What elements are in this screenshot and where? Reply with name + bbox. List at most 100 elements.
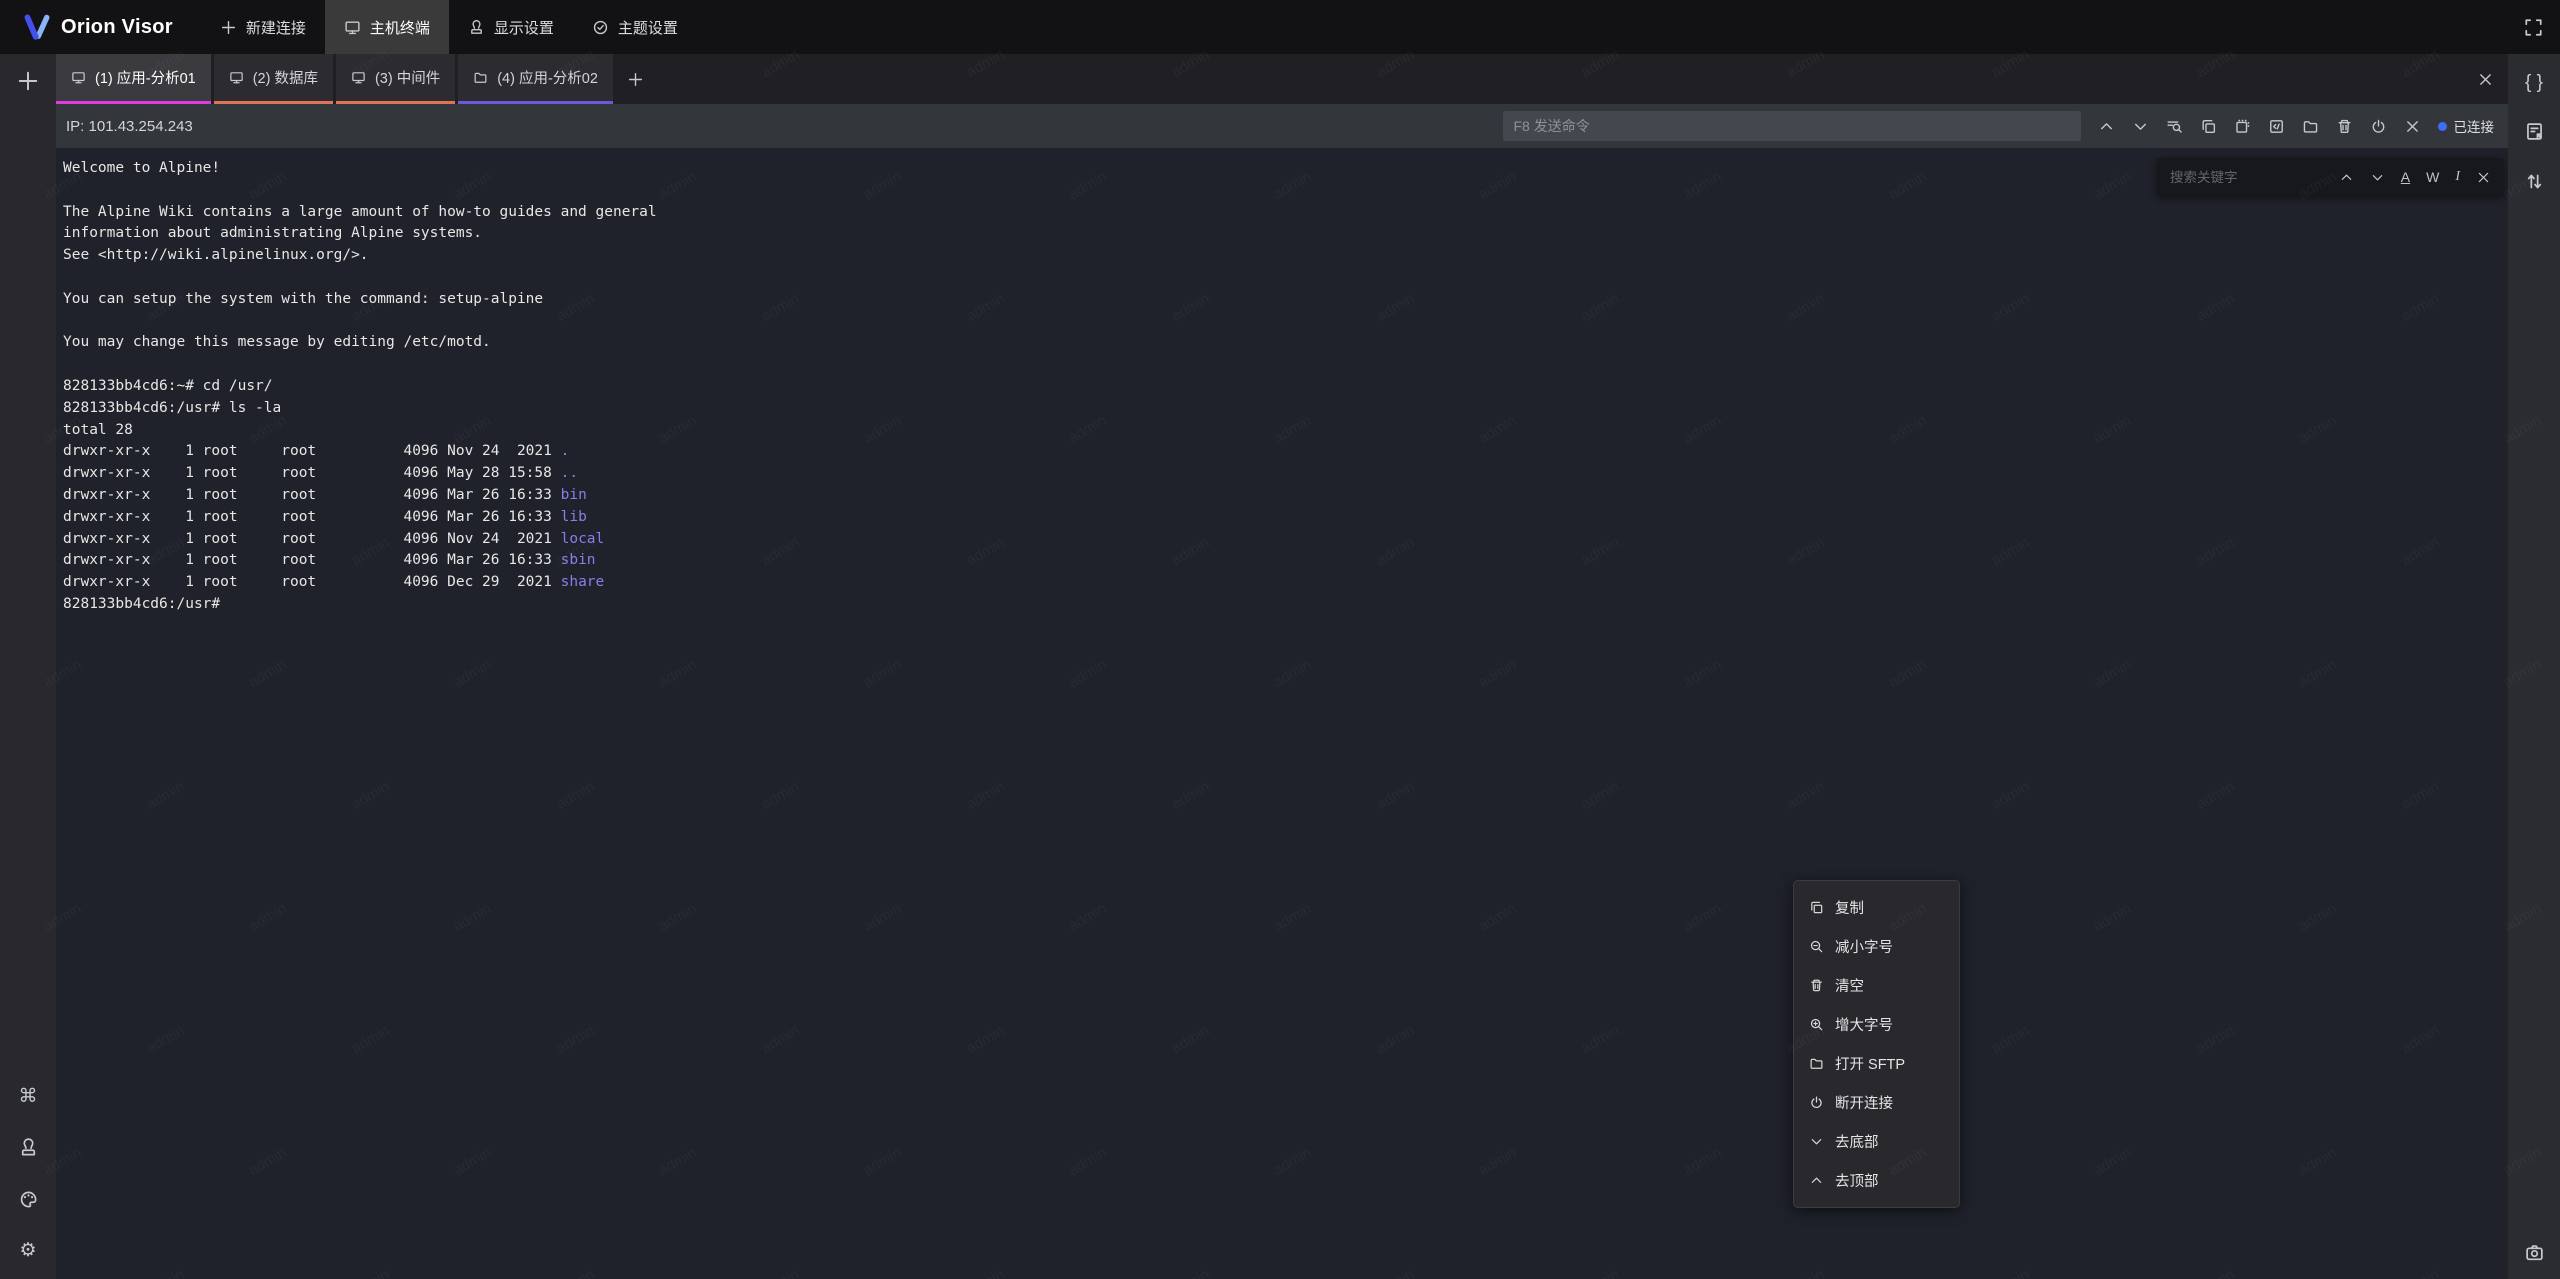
display-settings-icon[interactable] [18, 1137, 39, 1158]
tab-app-analysis-02-icon [473, 70, 488, 85]
terminal-line: You can setup the system with the comman… [63, 289, 2508, 311]
ctx-to-bottom[interactable]: 去底部 [1794, 1122, 1959, 1161]
whole-word-button[interactable]: W [2426, 170, 2439, 184]
tab-app-analysis-01-label: (1) 应用-分析01 [95, 67, 196, 88]
ctx-font-bigger-icon [1809, 1017, 1824, 1032]
tab-app-analysis-01[interactable]: (1) 应用-分析01 [56, 54, 211, 104]
terminal-line [63, 354, 2508, 376]
terminal-line: drwxr-xr-x 1 root root 4096 Mar 26 16:33… [63, 550, 2508, 572]
tab-database-icon [229, 70, 244, 85]
terminal-line: You may change this message by editing /… [63, 332, 2508, 354]
terminal-line: drwxr-xr-x 1 root root 4096 Mar 26 16:33… [63, 485, 2508, 507]
directory-name: share [561, 574, 605, 590]
logo-icon [24, 14, 50, 40]
ctx-open-sftp[interactable]: 打开 SFTP [1794, 1044, 1959, 1083]
search-close-icon[interactable] [2476, 170, 2491, 185]
status-label: 已连接 [2454, 116, 2495, 136]
search-next-icon[interactable] [2370, 170, 2385, 185]
toolbar-script-icon[interactable] [2268, 118, 2285, 135]
menu-theme-settings[interactable]: 主题设置 [573, 0, 697, 54]
terminal-line: 828133bb4cd6:/usr# [63, 594, 2508, 616]
terminal-line: drwxr-xr-x 1 root root 4096 Nov 24 2021 … [63, 529, 2508, 551]
toolbar-sftp-icon[interactable] [2302, 118, 2319, 135]
toolbar-scroll-down-icon[interactable] [2132, 118, 2149, 135]
menu-display-settings-icon [468, 19, 485, 36]
ctx-open-sftp-icon [1809, 1056, 1824, 1071]
ctx-to-top-label: 去顶部 [1835, 1170, 1879, 1191]
terminal-screen[interactable]: Welcome to Alpine! The Alpine Wiki conta… [56, 148, 2508, 1279]
theme-settings-icon[interactable] [18, 1189, 39, 1210]
ctx-to-top[interactable]: 去顶部 [1794, 1161, 1959, 1200]
settings-icon[interactable]: ⚙ [19, 1241, 36, 1260]
fullscreen-icon[interactable] [2523, 17, 2544, 38]
doc-bookmark-icon[interactable] [2524, 121, 2545, 142]
directory-name: lib [561, 509, 587, 525]
toolbar-paste-icon[interactable] [2234, 118, 2251, 135]
tab-bar: (1) 应用-分析01 (2) 数据库 (3) 中间件 (4) 应用-分析02 [56, 54, 2508, 104]
tab-app-analysis-02[interactable]: (4) 应用-分析02 [458, 54, 613, 104]
tab-app-analysis-01-icon [71, 70, 86, 85]
ctx-font-bigger-label: 增大字号 [1835, 1014, 1893, 1035]
right-sidebar-top: { } [2524, 73, 2545, 192]
tab-database[interactable]: (2) 数据库 [214, 54, 333, 104]
ctx-disconnect[interactable]: 断开连接 [1794, 1083, 1959, 1122]
toolbar-search-icon[interactable] [2166, 118, 2183, 135]
directory-name: local [561, 531, 605, 547]
send-command-input[interactable] [1503, 111, 2081, 141]
screenshot-icon[interactable] [2524, 1242, 2545, 1263]
search-buttons: AWI [2339, 170, 2491, 185]
toolbar-clear-icon[interactable] [2336, 118, 2353, 135]
regex-button[interactable]: I [2455, 170, 2460, 184]
ctx-font-smaller-label: 减小字号 [1835, 936, 1893, 957]
search-prev-icon[interactable] [2339, 170, 2354, 185]
ctx-copy-label: 复制 [1835, 897, 1864, 918]
ctx-font-smaller[interactable]: 减小字号 [1794, 927, 1959, 966]
menu-display-settings-label: 显示设置 [494, 17, 554, 38]
toolbar-scroll-up-icon[interactable] [2098, 118, 2115, 135]
toolbar-disconnect-icon[interactable] [2370, 118, 2387, 135]
terminal-line: Welcome to Alpine! [63, 158, 2508, 180]
app-logo: Orion Visor [0, 0, 201, 54]
tab-middleware-label: (3) 中间件 [375, 67, 440, 88]
ctx-copy[interactable]: 复制 [1794, 888, 1959, 927]
terminal-line: drwxr-xr-x 1 root root 4096 Nov 24 2021 … [63, 441, 2508, 463]
right-sidebar: { } [2508, 54, 2560, 1279]
shortcut-icon[interactable]: ⌘ [19, 1087, 38, 1106]
search-input[interactable] [2170, 170, 2323, 185]
left-sidebar-bottom: ⌘⚙ [18, 1087, 39, 1260]
terminal-output: Welcome to Alpine! The Alpine Wiki conta… [56, 148, 2508, 616]
sort-icon[interactable] [2524, 171, 2545, 192]
toolbar-close-icon[interactable] [2404, 118, 2421, 135]
terminal-line: drwxr-xr-x 1 root root 4096 Mar 26 16:33… [63, 507, 2508, 529]
terminal-line: See <http://wiki.alpinelinux.org/>. [63, 245, 2508, 267]
tab-middleware-icon [351, 70, 366, 85]
topbar-right [2523, 0, 2560, 54]
directory-name: .. [561, 465, 578, 481]
terminal-line [63, 267, 2508, 289]
toolbar-icons [2098, 118, 2421, 135]
ctx-font-bigger[interactable]: 增大字号 [1794, 1005, 1959, 1044]
terminal-line: drwxr-xr-x 1 root root 4096 May 28 15:58… [63, 463, 2508, 485]
tab-middleware[interactable]: (3) 中间件 [336, 54, 455, 104]
add-tab-icon[interactable] [616, 54, 656, 104]
menu-theme-settings-label: 主题设置 [618, 17, 678, 38]
terminal-line: 828133bb4cd6:/usr# ls -la [63, 398, 2508, 420]
new-connection-icon[interactable] [16, 69, 40, 93]
ctx-clear[interactable]: 清空 [1794, 966, 1959, 1005]
tab-app-analysis-02-label: (4) 应用-分析02 [497, 67, 598, 88]
status-dot [2438, 122, 2447, 131]
left-sidebar: ⌘⚙ [0, 54, 56, 1279]
snippet-icon[interactable]: { } [2525, 73, 2543, 92]
menu-display-settings[interactable]: 显示设置 [449, 0, 573, 54]
terminal-line: total 28 [63, 420, 2508, 442]
menu-theme-settings-icon [592, 19, 609, 36]
menu-new-connection[interactable]: 新建连接 [201, 0, 325, 54]
match-case-button[interactable]: A [2401, 170, 2410, 184]
terminal-line: drwxr-xr-x 1 root root 4096 Dec 29 2021 … [63, 572, 2508, 594]
ctx-font-smaller-icon [1809, 939, 1824, 954]
ctx-open-sftp-label: 打开 SFTP [1835, 1053, 1905, 1074]
menu-host-terminal[interactable]: 主机终端 [325, 0, 449, 54]
toolbar-copy-icon[interactable] [2200, 118, 2217, 135]
menu-host-terminal-icon [344, 19, 361, 36]
close-all-tabs-icon[interactable] [2477, 54, 2494, 104]
